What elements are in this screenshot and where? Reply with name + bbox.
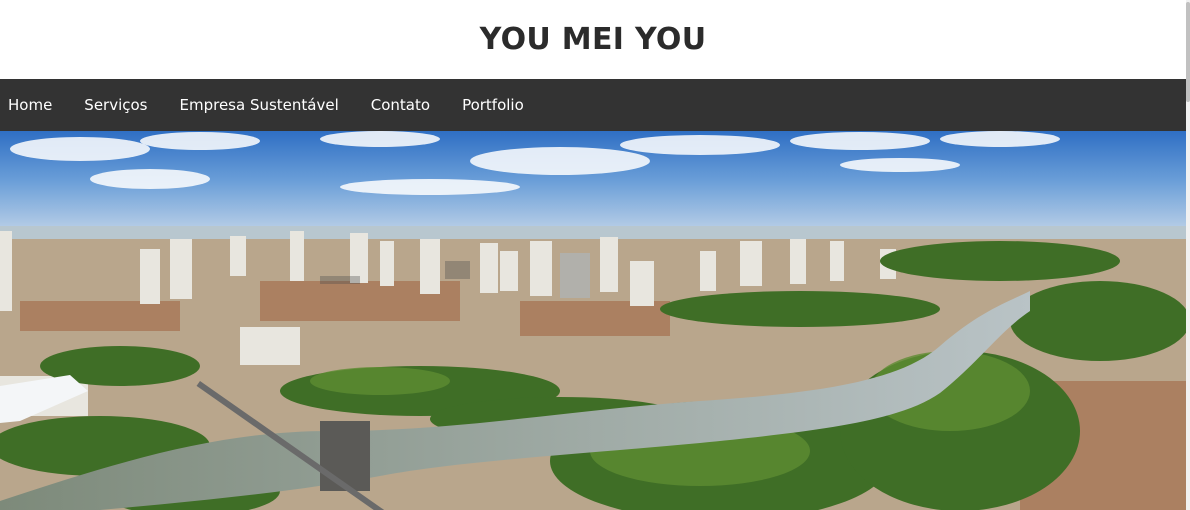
hero-city-panorama-image xyxy=(0,131,1186,510)
nav-link-portfolio[interactable]: Portfolio xyxy=(454,96,540,114)
site-title: YOU MEI YOU xyxy=(479,22,707,57)
nav-link-empresa-sustentavel[interactable]: Empresa Sustentável xyxy=(172,96,355,114)
main-navbar: Home Serviços Empresa Sustentável Contat… xyxy=(0,79,1186,131)
nav-link-home[interactable]: Home xyxy=(0,96,68,114)
nav-link-contato[interactable]: Contato xyxy=(363,96,446,114)
scrollbar-thumb[interactable] xyxy=(1186,2,1190,102)
page-scrollbar[interactable] xyxy=(1186,0,1190,510)
site-header: YOU MEI YOU xyxy=(0,0,1186,79)
nav-link-servicos[interactable]: Serviços xyxy=(76,96,163,114)
